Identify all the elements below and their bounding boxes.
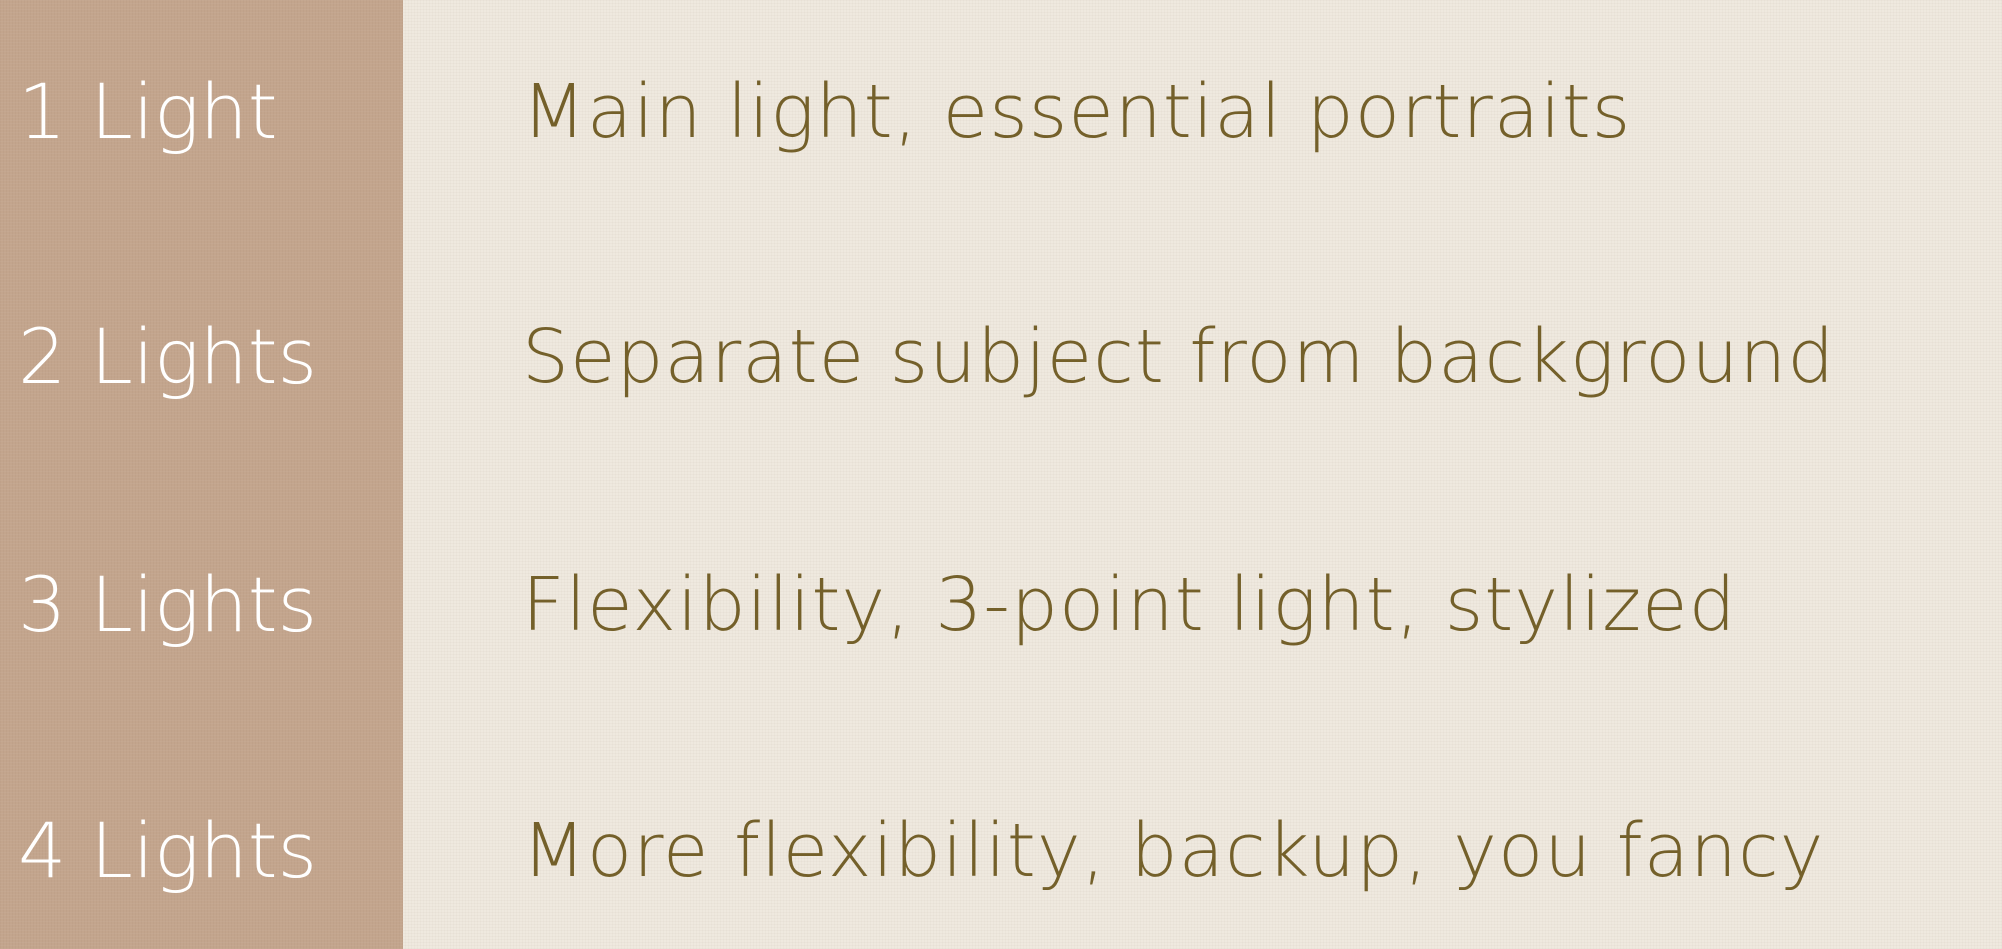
list-item: 1 Light Main light, essential portraits <box>0 42 2002 182</box>
row-label: 1 Light <box>18 67 278 156</box>
row-label: 3 Lights <box>18 560 318 649</box>
row-label: 4 Lights <box>18 806 318 895</box>
list-item: 3 Lights Flexibility, 3-point light, sty… <box>0 535 2002 675</box>
slide: 1 Light Main light, essential portraits … <box>0 0 2002 949</box>
list-item: 2 Lights Separate subject from backgroun… <box>0 287 2002 427</box>
row-description: More flexibility, backup, you fancy <box>522 808 1825 894</box>
row-label: 2 Lights <box>18 312 318 401</box>
row-description: Flexibility, 3-point light, stylized <box>522 562 1737 648</box>
list-item: 4 Lights More flexibility, backup, you f… <box>0 781 2002 921</box>
row-description: Main light, essential portraits <box>522 69 1632 155</box>
row-description: Separate subject from background <box>522 314 1836 400</box>
